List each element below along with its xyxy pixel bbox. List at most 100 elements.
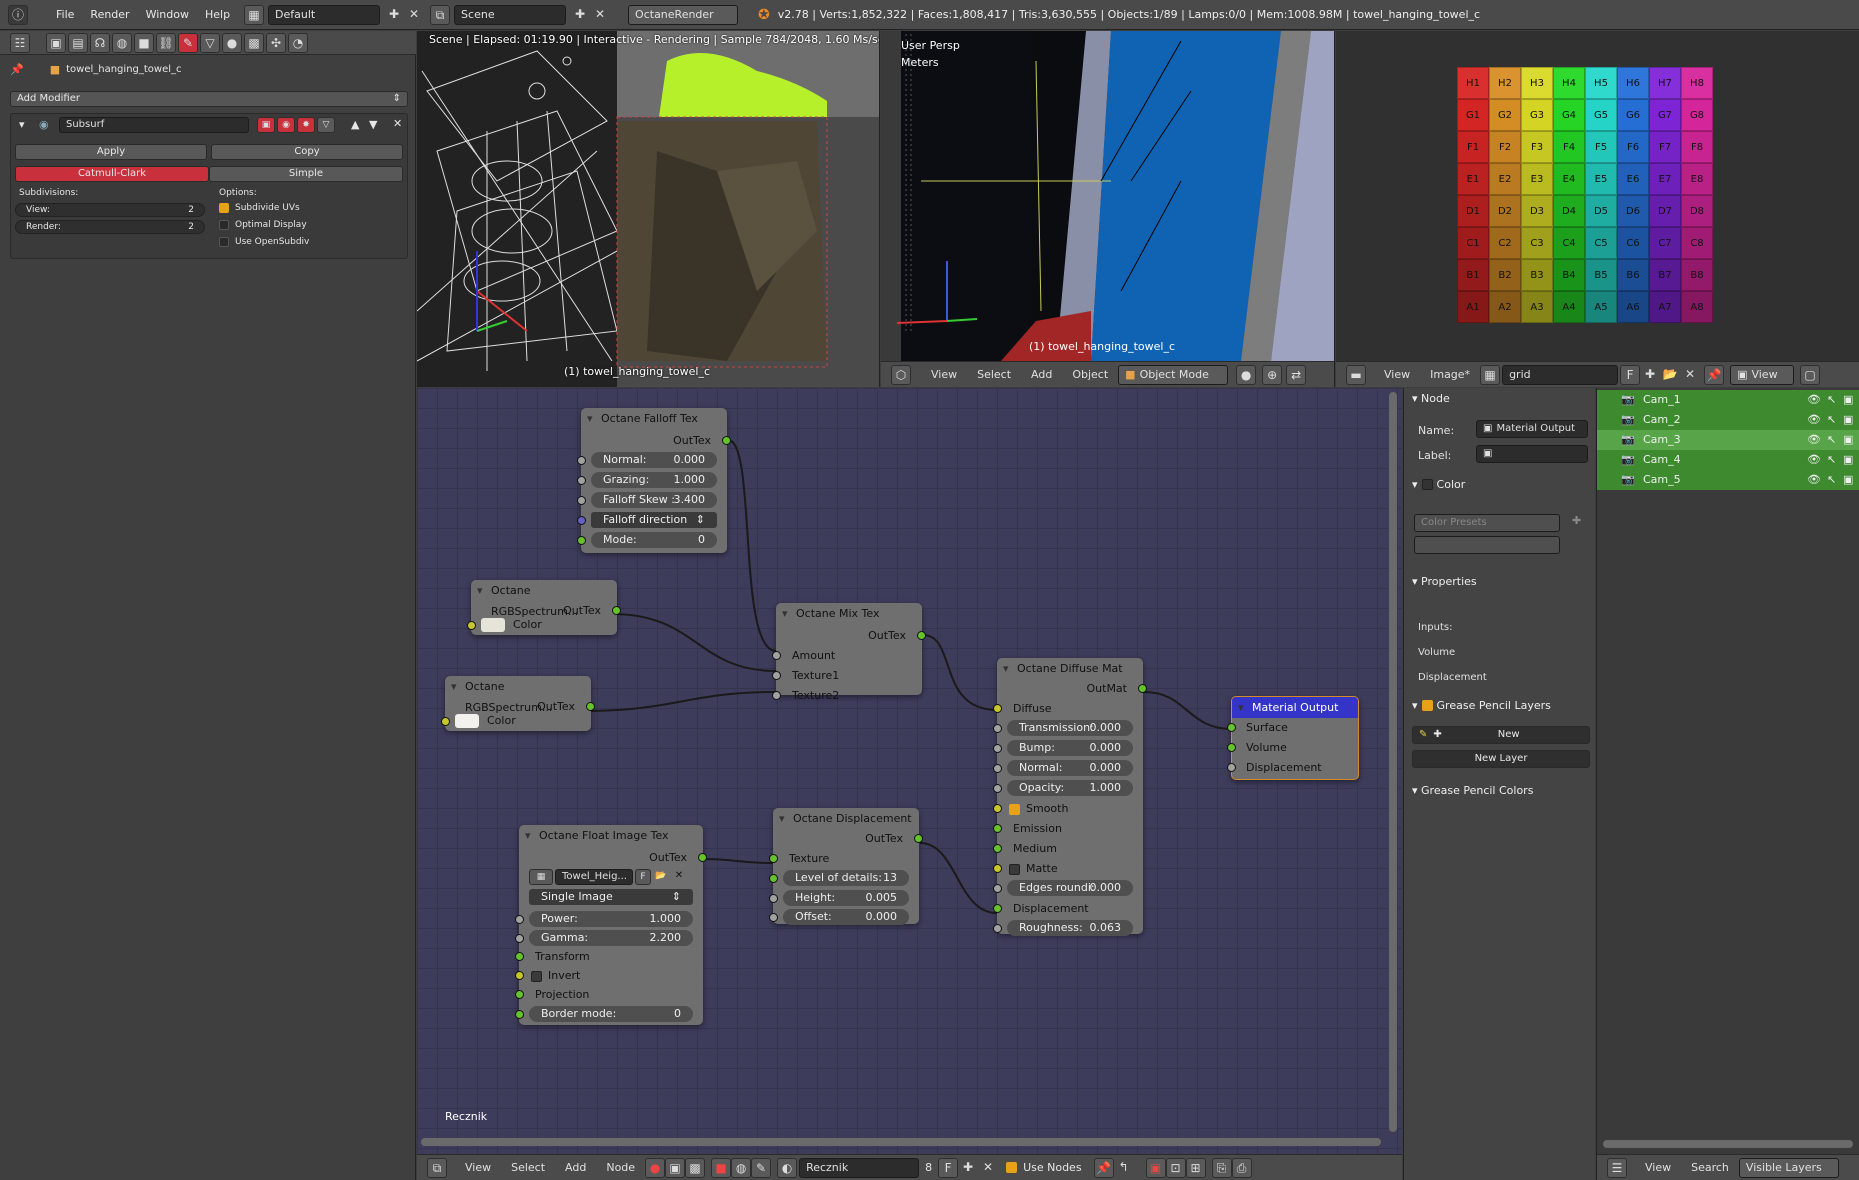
physics-tab-icon[interactable]: ◔ (288, 33, 308, 53)
border-mode-slider[interactable]: Border mode: 0 (529, 1006, 693, 1022)
input-socket[interactable] (769, 913, 778, 922)
compositing-nodes-icon[interactable]: ▣ (665, 1157, 686, 1178)
falloff-skew-slider[interactable]: Falloff Skew :3.400 (591, 492, 717, 508)
menu-window[interactable]: Window (138, 5, 197, 25)
input-socket[interactable] (769, 874, 778, 883)
octane-displacement-node[interactable]: Octane Displacement OutTex Texture Level… (769, 808, 923, 925)
add-preset-icon[interactable]: ✚ (1572, 514, 1581, 527)
node-title[interactable]: Octane Mix Tex (776, 603, 922, 624)
octane-mix-tex-node[interactable]: Octane Mix Tex OutTex Amount Texture1 Te… (772, 603, 926, 702)
outliner-item-cam-2[interactable]: 📷 Cam_2 👁 ↖ ▣ (1597, 410, 1859, 430)
scene-icon[interactable]: ⧉ (430, 4, 451, 25)
offset-slider[interactable]: Offset: 0.000 (783, 909, 909, 925)
color-presets-dropdown[interactable]: Color Presets (1414, 514, 1560, 532)
node-panel-header[interactable]: ▾ Node (1412, 392, 1592, 405)
editmode-icon[interactable]: ▣ (257, 117, 275, 133)
viewport-editor-icon[interactable]: ⬡ (891, 364, 911, 385)
image-browse-icon[interactable]: ▦ (529, 869, 553, 885)
input-socket[interactable] (993, 764, 1002, 773)
node-editor-hscroll[interactable] (421, 1138, 1381, 1146)
viewport-menu-add[interactable]: Add (1021, 368, 1062, 381)
shading-icon[interactable]: ● (1236, 364, 1257, 385)
normal-slider[interactable]: Normal: 0.000 (1007, 760, 1133, 776)
grazing-slider[interactable]: Grazing: 1.000 (591, 472, 717, 488)
eye-icon[interactable]: 👁 (1807, 470, 1821, 490)
copy-nodes-icon[interactable]: ⎘ (1211, 1157, 1232, 1178)
object-mode-selector[interactable]: ■ Object Mode (1118, 364, 1229, 385)
eye-icon[interactable]: 👁 (1807, 410, 1821, 430)
input-socket[interactable] (577, 516, 586, 525)
input-socket[interactable] (993, 744, 1002, 753)
remove-layout-icon[interactable]: ✕ (404, 5, 424, 25)
material-browse-icon[interactable]: ◐ (777, 1157, 798, 1178)
collapse-icon[interactable]: ▾ (19, 118, 25, 131)
linestyle-shader-icon[interactable]: ✎ (751, 1157, 772, 1178)
outliner-menu-search[interactable]: Search (1681, 1161, 1739, 1174)
eye-icon[interactable]: 👁 (1807, 450, 1821, 470)
color-preset-list[interactable] (1414, 536, 1560, 554)
input-socket[interactable] (993, 724, 1002, 733)
shader-nodes-icon[interactable]: ● (645, 1157, 666, 1178)
image-name-field[interactable]: grid (1502, 364, 1619, 385)
render-icon[interactable]: ▣ (1843, 470, 1853, 490)
snap-mode-icon[interactable]: ⊞ (1185, 1157, 1206, 1178)
input-socket[interactable] (577, 496, 586, 505)
remove-modifier-icon[interactable]: ✕ (393, 117, 402, 130)
scene-tab-icon[interactable]: ☊ (90, 33, 110, 53)
render-icon[interactable]: ▣ (1843, 410, 1853, 430)
use-opensubdiv-checkbox[interactable]: Use OpenSubdiv (219, 237, 309, 247)
input-socket[interactable] (577, 536, 586, 545)
snap-icon[interactable]: ⊡ (1165, 1157, 1186, 1178)
output-socket[interactable] (1138, 684, 1147, 693)
eye-icon[interactable]: 👁 (1807, 390, 1821, 410)
menu-help[interactable]: Help (197, 5, 238, 25)
color-panel-header[interactable]: ▾ Color (1412, 478, 1465, 491)
roughness-slider[interactable]: Roughness: 0.063 (1007, 920, 1133, 936)
octane-float-image-tex-node[interactable]: Octane Float Image Tex OutTex ▦ Towel_He… (515, 825, 707, 1025)
cage-icon[interactable]: ▽ (317, 117, 335, 133)
move-down-icon[interactable]: ▼ (369, 118, 377, 131)
octane-falloff-tex-node[interactable]: Octane Falloff Tex OutTex Normal: 0.000 G… (577, 408, 731, 553)
render-viewport[interactable]: Scene | Elapsed: 01:19.90 | Interactive … (417, 31, 880, 387)
outliner-item-cam-1[interactable]: 📷 Cam_1 👁 ↖ ▣ (1597, 390, 1859, 410)
new-grease-pencil-button[interactable]: ✎ ✚ New (1412, 726, 1590, 744)
new-layer-button[interactable]: New Layer (1412, 750, 1590, 768)
cursor-icon[interactable]: ↖ (1827, 390, 1836, 410)
octane-rgbspectrum-node-2[interactable]: Octane RGBSpectrum... OutTex Color (441, 676, 595, 731)
input-socket[interactable] (515, 971, 524, 980)
input-socket[interactable] (993, 924, 1002, 933)
image-menu-view[interactable]: View (1374, 368, 1420, 381)
image-editor[interactable]: H1 H2 H3 H4 H5 H6 H7 H8 G1 G2 G3 G4 G5 G6 G7 G8 F1 F2 F3 F4… (1336, 31, 1859, 387)
opacity-slider[interactable]: Opacity: 1.000 (1007, 780, 1133, 796)
viewport-eye-icon[interactable]: ◉ (277, 117, 295, 133)
input-socket[interactable] (515, 934, 524, 943)
edges-rounding-slider[interactable]: Edges roundi: 0.000 (1007, 880, 1133, 896)
modifier-name-field[interactable]: Subsurf (59, 117, 249, 133)
render-icon[interactable]: ▣ (1843, 450, 1853, 470)
info-editor-icon[interactable]: ⓘ (8, 4, 28, 25)
cursor-icon[interactable]: ↖ (1827, 470, 1836, 490)
add-layout-icon[interactable]: ✚ (384, 5, 404, 25)
mode-slider[interactable]: Mode: 0 (591, 532, 717, 548)
input-socket[interactable] (993, 864, 1002, 873)
render-engine-selector[interactable]: OctaneRender (628, 4, 739, 25)
viewport-menu-view[interactable]: View (921, 368, 967, 381)
input-socket[interactable] (772, 671, 781, 680)
output-socket[interactable] (914, 834, 923, 843)
cursor-icon[interactable]: ↖ (1827, 410, 1836, 430)
copy-button[interactable]: Copy (211, 144, 403, 160)
use-nodes-checkbox[interactable]: Use Nodes (1006, 1161, 1082, 1174)
outliner-item-cam-5[interactable]: 📷 Cam_5 👁 ↖ ▣ (1597, 470, 1859, 490)
outliner-editor-icon[interactable]: ☰ (1607, 1157, 1627, 1178)
output-socket[interactable] (722, 436, 731, 445)
3d-viewport[interactable]: User Persp Meters (1) towel_hanging_towe… (881, 31, 1335, 387)
node-editor-vscroll[interactable] (1389, 392, 1397, 1132)
open-image-icon[interactable]: 📂 (1660, 365, 1680, 385)
render-levels-field[interactable]: Render: 2 (15, 220, 205, 234)
node-title[interactable]: Octane Float Image Tex (519, 825, 703, 846)
node-title[interactable]: Octane Diffuse Mat (997, 658, 1143, 679)
node-title[interactable]: Octane RGBSpectrum... (471, 580, 617, 618)
parent-tree-icon[interactable]: ↰ (1114, 1158, 1134, 1178)
unlink-image-icon[interactable]: ✕ (1680, 365, 1700, 385)
input-socket[interactable] (772, 651, 781, 660)
